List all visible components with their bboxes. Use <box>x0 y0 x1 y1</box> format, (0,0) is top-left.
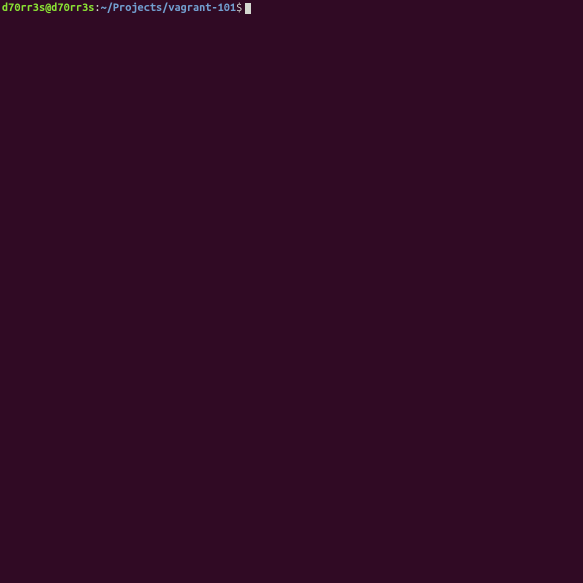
prompt-line: d70rr3s@d70rr3s:~/Projects/vagrant-101$ <box>2 2 581 15</box>
cursor-icon <box>245 3 251 14</box>
prompt-path: ~/Projects/vagrant-101 <box>101 2 237 15</box>
prompt-user-host: d70rr3s@d70rr3s <box>2 2 94 15</box>
terminal-window[interactable]: d70rr3s@d70rr3s:~/Projects/vagrant-101$ <box>0 0 583 583</box>
prompt-symbol: $ <box>236 2 242 15</box>
